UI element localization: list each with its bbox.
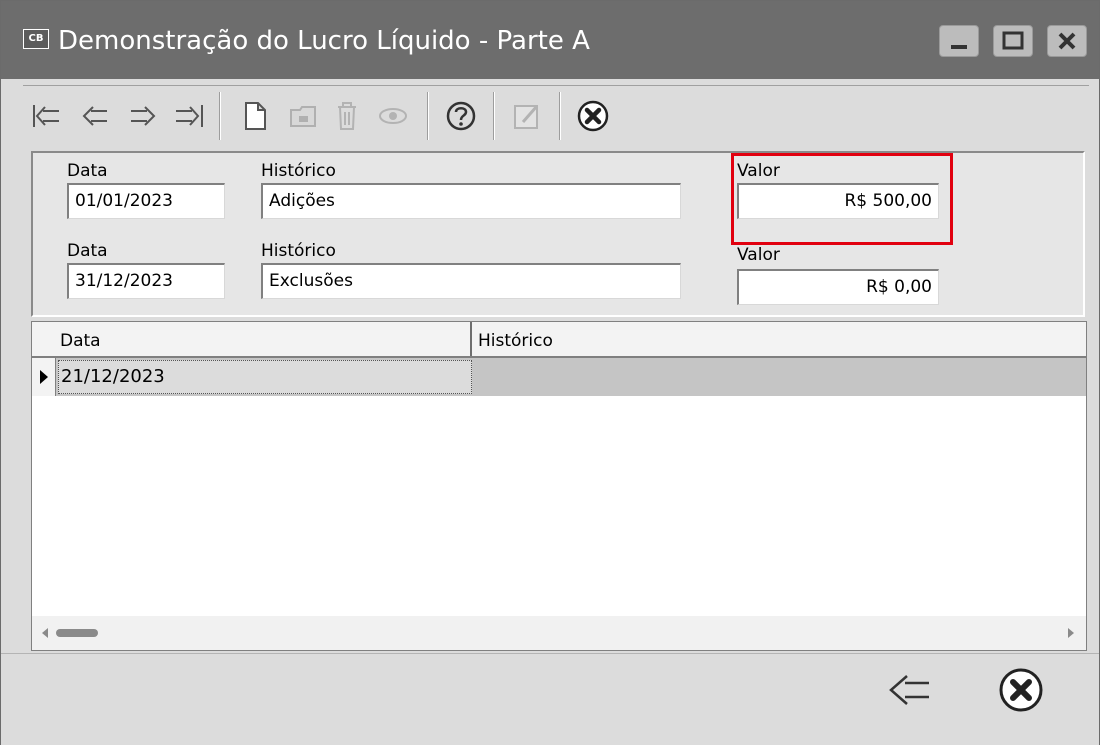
date-label: Data bbox=[67, 241, 108, 261]
column-header-data[interactable]: Data bbox=[56, 322, 472, 356]
horizontal-scrollbar[interactable] bbox=[32, 616, 1086, 650]
date-label: Data bbox=[67, 161, 108, 181]
last-arrow-icon bbox=[176, 105, 203, 127]
right-arrow-icon bbox=[131, 106, 156, 126]
toolbar-separator bbox=[559, 92, 561, 140]
trash-icon bbox=[338, 102, 356, 130]
current-row-arrow-icon bbox=[39, 370, 48, 384]
close-circle-icon bbox=[999, 668, 1043, 712]
help-icon bbox=[446, 101, 476, 131]
previous-record-button[interactable] bbox=[75, 94, 115, 138]
first-record-button[interactable] bbox=[27, 94, 67, 138]
window-title: Demonstração do Lucro Líquido - Parte A bbox=[58, 26, 590, 56]
value-field-exclusions[interactable]: R$ 0,00 bbox=[737, 269, 939, 305]
table-cell-historico[interactable] bbox=[474, 358, 1086, 396]
dialog-window: CB Demonstração do Lucro Líquido - Parte… bbox=[0, 0, 1100, 745]
row-indicator bbox=[32, 358, 56, 396]
minimize-icon bbox=[951, 45, 967, 49]
value-field-additions[interactable]: R$ 500,00 bbox=[737, 183, 939, 219]
close-x-icon bbox=[1058, 32, 1076, 50]
start-date-field[interactable]: 01/01/2023 bbox=[67, 183, 225, 219]
grid-header: Data Histórico bbox=[32, 322, 1086, 358]
scroll-left-arrow-icon bbox=[42, 628, 48, 638]
folder-icon bbox=[290, 106, 316, 127]
maximize-icon bbox=[1002, 31, 1024, 50]
toolbar-separator bbox=[427, 92, 429, 140]
scroll-thumb bbox=[56, 629, 98, 637]
history-field-additions[interactable]: Adições bbox=[261, 183, 681, 219]
end-date-field[interactable]: 31/12/2023 bbox=[67, 263, 225, 299]
value-label: Valor bbox=[737, 245, 780, 265]
next-record-button[interactable] bbox=[123, 94, 163, 138]
close-circle-icon bbox=[577, 100, 609, 132]
maximize-button[interactable] bbox=[993, 25, 1033, 57]
records-grid: Data Histórico 21/12/2023 bbox=[31, 321, 1087, 651]
open-button[interactable] bbox=[283, 94, 323, 138]
app-icon: CB bbox=[23, 29, 49, 49]
left-arrow-icon bbox=[82, 106, 107, 126]
history-label: Histórico bbox=[261, 241, 336, 261]
value-label: Valor bbox=[737, 161, 780, 181]
toolbar-separator bbox=[493, 92, 495, 140]
column-divider[interactable] bbox=[470, 322, 472, 356]
edit-icon bbox=[514, 105, 539, 129]
footer-bar bbox=[1, 653, 1099, 745]
close-window-button[interactable] bbox=[1047, 25, 1087, 57]
minimize-button[interactable] bbox=[939, 25, 979, 57]
help-button[interactable] bbox=[441, 94, 481, 138]
edit-button[interactable] bbox=[507, 94, 547, 138]
scroll-right-arrow-icon bbox=[1068, 628, 1074, 638]
column-header-historico[interactable]: Histórico bbox=[474, 322, 1086, 356]
form-panel: Data 01/01/2023 Histórico Adições Valor … bbox=[31, 151, 1085, 317]
cancel-button[interactable] bbox=[993, 662, 1049, 718]
toolbar bbox=[23, 85, 1089, 145]
history-label: Histórico bbox=[261, 161, 336, 181]
back-button[interactable] bbox=[881, 662, 937, 718]
new-document-icon bbox=[245, 102, 266, 130]
view-button[interactable] bbox=[373, 94, 413, 138]
new-button[interactable] bbox=[235, 94, 275, 138]
eye-icon bbox=[379, 108, 407, 124]
last-record-button[interactable] bbox=[169, 94, 209, 138]
table-row[interactable]: 21/12/2023 bbox=[32, 358, 1086, 396]
delete-button[interactable] bbox=[327, 94, 367, 138]
title-bar[interactable]: CB Demonstração do Lucro Líquido - Parte… bbox=[1, 1, 1099, 79]
back-arrow-icon bbox=[889, 675, 929, 705]
scrollbar-arrows-and-thumb bbox=[42, 628, 1074, 638]
history-field-exclusions[interactable]: Exclusões bbox=[261, 263, 681, 299]
toolbar-separator bbox=[219, 92, 221, 140]
table-cell-date[interactable]: 21/12/2023 bbox=[58, 360, 472, 394]
close-toolbar-button[interactable] bbox=[573, 94, 613, 138]
first-arrow-icon bbox=[33, 105, 59, 127]
